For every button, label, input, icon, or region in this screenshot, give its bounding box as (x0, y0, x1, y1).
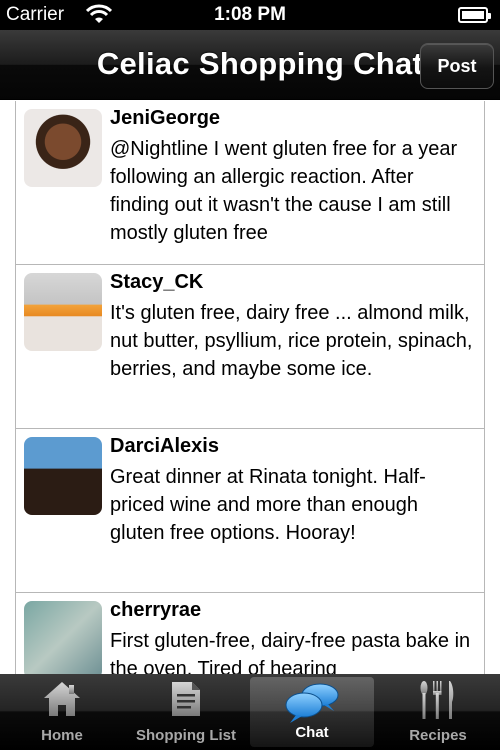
tab-bar: Home Shopping List Chat Recipes (0, 674, 500, 750)
tab-label: Home (41, 727, 83, 744)
chat-post[interactable]: Stacy_CK It's gluten free, dairy free ..… (16, 265, 484, 429)
avatar[interactable] (24, 601, 102, 674)
tab-label: Recipes (409, 727, 467, 744)
post-message: First gluten-free, dairy-free pasta bake… (110, 630, 471, 674)
tab-recipes[interactable]: Recipes (376, 674, 500, 750)
home-icon (44, 682, 80, 716)
chat-bubbles-icon (285, 683, 339, 723)
avatar[interactable] (24, 109, 102, 187)
chat-post[interactable]: cherryrae First gluten-free, dairy-free … (16, 593, 484, 674)
tab-label: Chat (295, 724, 329, 741)
post-author: Stacy_CK (110, 271, 204, 293)
chat-post[interactable]: JeniGeorge @Nightline I went gluten free… (16, 101, 484, 265)
tab-label: Shopping List (136, 727, 236, 744)
tab-chat[interactable]: Chat (250, 677, 374, 747)
post-author: JeniGeorge (110, 107, 221, 129)
status-time: 1:08 PM (214, 4, 286, 25)
avatar[interactable] (24, 437, 102, 515)
post-message: Great dinner at Rinata tonight. Half-pri… (110, 466, 426, 544)
tab-home[interactable]: Home (0, 674, 124, 750)
battery-full-icon (458, 7, 491, 23)
tab-shopping-list[interactable]: Shopping List (124, 674, 248, 750)
utensils-icon (420, 681, 454, 719)
chat-post[interactable]: DarciAlexis Great dinner at Rinata tonig… (16, 429, 484, 593)
post-message: It's gluten free, dairy free ... almond … (110, 302, 473, 380)
navigation-bar: Celiac Shopping Chat Post (0, 30, 500, 100)
post-message: @Nightline I went gluten free for a year… (110, 138, 458, 244)
avatar[interactable] (24, 273, 102, 351)
status-bar: Carrier 1:08 PM (0, 0, 500, 30)
post-button[interactable]: Post (420, 43, 494, 89)
document-icon (172, 682, 200, 716)
chat-feed[interactable]: JeniGeorge @Nightline I went gluten free… (0, 101, 500, 674)
post-author: DarciAlexis (110, 435, 219, 457)
post-author: cherryrae (110, 599, 202, 621)
